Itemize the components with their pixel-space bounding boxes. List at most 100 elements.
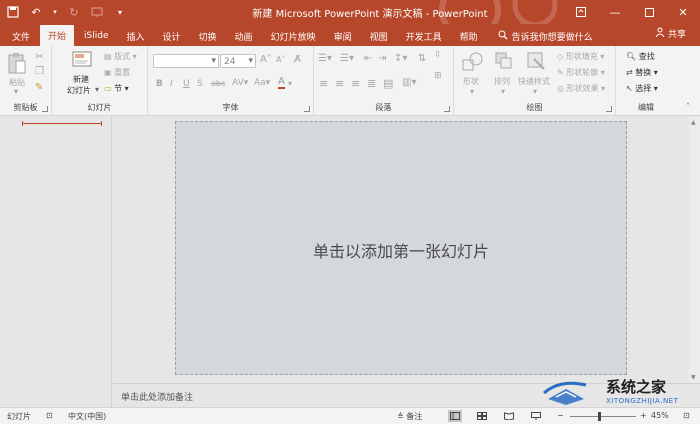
tab-slideshow[interactable]: 幻灯片放映 bbox=[263, 26, 324, 46]
paste-icon[interactable] bbox=[7, 51, 27, 75]
zoom-slider-thumb[interactable] bbox=[598, 412, 601, 421]
columns-icon[interactable]: ▥▾ bbox=[402, 77, 416, 88]
numbering-icon[interactable]: ☰▾ bbox=[340, 53, 354, 64]
tell-me-box[interactable]: 告诉我你想要做什么 bbox=[498, 26, 593, 46]
change-case-icon[interactable]: Aa▾ bbox=[254, 78, 270, 88]
font-size-input[interactable]: 24 ▾ bbox=[220, 54, 256, 68]
fit-to-window-icon[interactable]: ⊡ bbox=[683, 411, 690, 420]
tab-islide[interactable]: iSlide bbox=[76, 26, 116, 46]
collapse-ribbon-icon[interactable]: ˄ bbox=[686, 102, 690, 111]
character-spacing-icon[interactable]: AV▾ bbox=[232, 78, 248, 88]
increase-font-icon[interactable]: A˄ bbox=[260, 54, 272, 65]
maximize-icon[interactable] bbox=[632, 0, 666, 24]
shape-outline-button[interactable]: ✎ 形状轮廓 ▾ bbox=[557, 67, 605, 78]
zoom-level[interactable]: 45% bbox=[651, 411, 669, 420]
section-button[interactable]: ▭ 节 ▾ bbox=[104, 83, 129, 94]
arrange-label: 排列 bbox=[494, 77, 510, 86]
normal-view-icon[interactable] bbox=[448, 410, 462, 422]
slideshow-view-icon[interactable] bbox=[529, 410, 543, 422]
select-button[interactable]: ↖ 选择 ▾ bbox=[626, 83, 658, 94]
convert-smartart-icon[interactable]: ⊞ bbox=[434, 71, 442, 81]
shapes-icon[interactable] bbox=[462, 51, 484, 71]
slide-sorter-icon[interactable] bbox=[475, 410, 489, 422]
scroll-up-icon[interactable]: ▲ bbox=[691, 119, 696, 126]
select-label: 选择 bbox=[635, 84, 652, 93]
shape-effects-button[interactable]: ◎ 形状效果 ▾ bbox=[557, 83, 605, 94]
quick-styles-icon[interactable] bbox=[526, 51, 546, 71]
decrease-indent-icon[interactable]: ⇤ bbox=[364, 53, 372, 64]
spell-check-icon[interactable]: ⊡ bbox=[46, 411, 53, 420]
minimize-icon[interactable]: — bbox=[598, 0, 632, 24]
reading-view-icon[interactable] bbox=[502, 410, 516, 422]
format-painter-icon[interactable]: ✎ bbox=[35, 82, 43, 93]
bullets-icon[interactable]: ☰▾ bbox=[318, 53, 332, 64]
language-indicator[interactable]: 中文(中国) bbox=[68, 411, 106, 422]
tab-animations[interactable]: 动画 bbox=[227, 26, 261, 46]
copy-icon[interactable]: ❐ bbox=[35, 66, 44, 77]
watermark-logo bbox=[543, 381, 587, 405]
font-launcher-icon[interactable] bbox=[304, 106, 310, 112]
replace-label: 替换 bbox=[635, 68, 652, 77]
zoom-in-icon[interactable]: + bbox=[640, 411, 647, 420]
bold-icon[interactable]: B bbox=[156, 79, 163, 89]
italic-icon[interactable]: I bbox=[170, 79, 173, 89]
shape-fill-button[interactable]: ◇ 形状填充 ▾ bbox=[557, 51, 604, 62]
align-text-icon[interactable]: ⇳ bbox=[434, 50, 442, 60]
cut-icon[interactable]: ✂ bbox=[35, 50, 44, 63]
distributed-icon[interactable]: ▤ bbox=[383, 77, 393, 90]
line-spacing-icon[interactable]: ↕▾ bbox=[394, 53, 407, 64]
arrange-dropdown-icon[interactable]: ▾ bbox=[501, 87, 505, 96]
quick-styles-dropdown-icon[interactable]: ▾ bbox=[533, 87, 537, 96]
tab-help[interactable]: 帮助 bbox=[452, 26, 486, 46]
align-center-icon[interactable]: ≡ bbox=[335, 77, 344, 90]
shapes-dropdown-icon[interactable]: ▾ bbox=[470, 87, 474, 96]
slide-thumbnail-pane[interactable] bbox=[0, 117, 112, 407]
clipboard-launcher-icon[interactable] bbox=[42, 106, 48, 112]
font-color-dropdown-icon[interactable]: ▾ bbox=[288, 79, 292, 88]
font-name-input[interactable]: ▾ bbox=[153, 54, 219, 68]
shape-effects-label: 形状效果 bbox=[566, 84, 599, 93]
font-size-dropdown-icon[interactable]: ▾ bbox=[248, 56, 253, 66]
vertical-scrollbar[interactable]: ▲ ▼ bbox=[689, 117, 700, 383]
tell-me-label: 告诉我你想要做什么 bbox=[511, 32, 593, 43]
font-color-icon[interactable]: A bbox=[278, 77, 285, 89]
clear-formatting-icon[interactable]: A̸ bbox=[294, 54, 301, 65]
tab-view[interactable]: 视图 bbox=[362, 26, 396, 46]
new-slide-icon[interactable] bbox=[72, 51, 94, 69]
clipboard-group: 粘贴 ▾ ✂ ❐ ✎ 剪贴板 bbox=[0, 46, 52, 116]
paste-dropdown-icon[interactable]: ▾ bbox=[14, 87, 18, 96]
tab-developer[interactable]: 开发工具 bbox=[398, 26, 450, 46]
text-direction-icon[interactable]: ⇅ bbox=[418, 53, 426, 64]
underline-icon[interactable]: U bbox=[183, 79, 190, 89]
find-button[interactable]: 🔍︎ 查找 bbox=[626, 51, 655, 62]
decrease-font-icon[interactable]: A˅ bbox=[276, 55, 285, 64]
align-left-icon[interactable]: ≡ bbox=[319, 77, 328, 90]
tab-transitions[interactable]: 切换 bbox=[191, 26, 225, 46]
shadow-icon[interactable]: S bbox=[197, 79, 203, 89]
paragraph-launcher-icon[interactable] bbox=[444, 106, 450, 112]
tab-file[interactable]: 文件 bbox=[4, 26, 38, 46]
watermark: 系统之家 XITONGZHIJIA.NET bbox=[540, 375, 700, 409]
replace-button[interactable]: ⇄ 替换 ▾ bbox=[626, 67, 658, 78]
tab-home[interactable]: 开始 bbox=[40, 25, 75, 46]
align-right-icon[interactable]: ≡ bbox=[351, 77, 360, 90]
ribbon-display-options-icon[interactable] bbox=[564, 0, 598, 24]
justify-icon[interactable]: ≣ bbox=[367, 77, 376, 90]
zoom-slider[interactable] bbox=[570, 416, 636, 417]
strikethrough-icon[interactable]: abc bbox=[211, 79, 225, 88]
tab-design[interactable]: 设计 bbox=[155, 26, 189, 46]
tab-insert[interactable]: 插入 bbox=[119, 26, 153, 46]
reset-button[interactable]: ▣ 重置 bbox=[104, 67, 130, 78]
tab-review[interactable]: 审阅 bbox=[326, 26, 360, 46]
notes-button[interactable]: ≜ 备注 bbox=[397, 411, 422, 422]
font-name-dropdown-icon[interactable]: ▾ bbox=[211, 56, 216, 66]
close-icon[interactable]: ✕ bbox=[666, 0, 700, 24]
drawing-launcher-icon[interactable] bbox=[606, 106, 612, 112]
share-button[interactable]: 共享 bbox=[655, 27, 686, 40]
increase-indent-icon[interactable]: ⇥ bbox=[378, 53, 386, 64]
new-slide-dropdown-icon[interactable]: ▾ bbox=[95, 85, 99, 94]
slide-placeholder[interactable]: 单击以添加第一张幻灯片 bbox=[175, 121, 627, 375]
layout-button[interactable]: ▤ 版式 ▾ bbox=[104, 51, 137, 62]
arrange-icon[interactable] bbox=[494, 51, 514, 71]
zoom-out-icon[interactable]: − bbox=[557, 411, 564, 420]
